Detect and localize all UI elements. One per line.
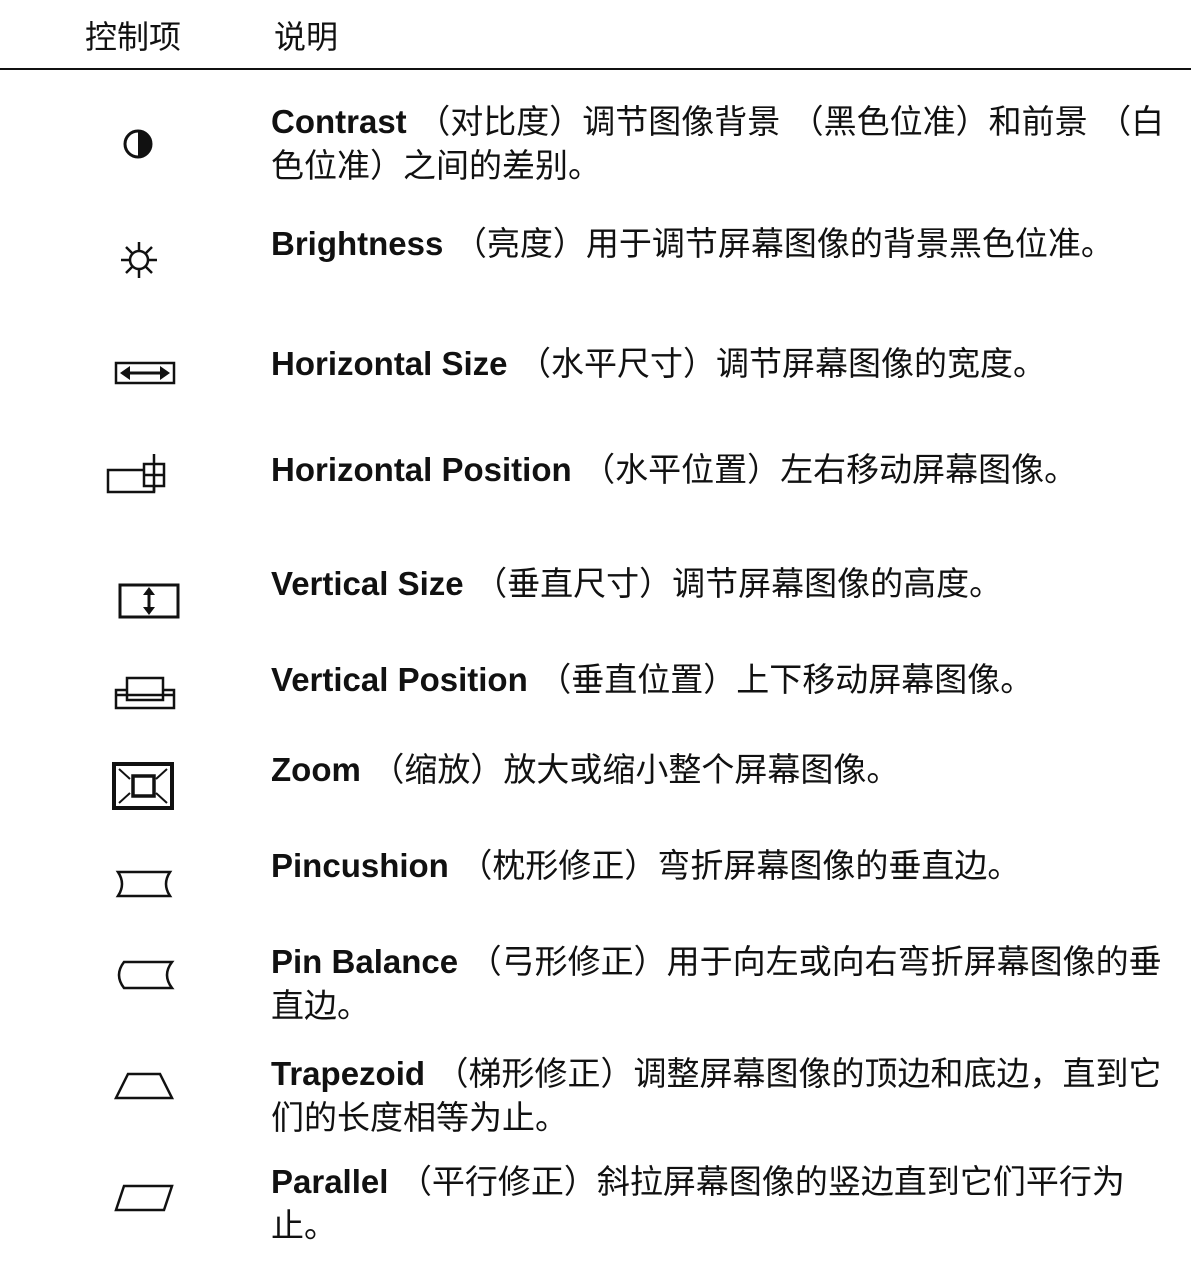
item-description: Horizontal Position （水平位置）左右移动屏幕图像。 xyxy=(271,448,1186,492)
item-term-translation: （水平尺寸） xyxy=(518,344,717,383)
item-text: 弯折屏幕图像的垂直边。 xyxy=(657,846,1021,885)
item-description: Vertical Size （垂直尺寸）调节屏幕图像的高度。 xyxy=(271,562,1186,606)
item-term-translation: （垂直尺寸） xyxy=(474,564,673,603)
item-text: 放大或缩小整个屏幕图像。 xyxy=(503,750,900,789)
vertical-size-icon xyxy=(100,568,182,630)
item-term-translation: （缩放） xyxy=(371,750,504,789)
item-text: 用于调节屏幕图像的背景黑色位准。 xyxy=(585,224,1114,263)
item-term: Pin Balance xyxy=(271,943,459,980)
item-term: Contrast xyxy=(271,103,407,140)
item-term-translation: （亮度） xyxy=(453,224,586,263)
vertical-position-icon xyxy=(100,660,182,722)
horizontal-size-icon xyxy=(100,344,182,406)
zoom-icon xyxy=(100,752,182,814)
item-term: Horizontal Position xyxy=(271,451,572,488)
item-term: Horizontal Size xyxy=(271,345,508,382)
item-term-translation: （垂直位置） xyxy=(538,660,737,699)
item-description: Trapezoid （梯形修正）调整屏幕图像的顶边和底边，直到它们的长度相等为止… xyxy=(271,1052,1186,1140)
item-term: Pincushion xyxy=(271,847,449,884)
item-term: Zoom xyxy=(271,751,361,788)
item-description: Vertical Position （垂直位置）上下移动屏幕图像。 xyxy=(271,658,1186,702)
item-text: 上下移动屏幕图像。 xyxy=(736,660,1034,699)
item-term-translation: （枕形修正） xyxy=(459,846,658,885)
item-term-translation: （弓形修正） xyxy=(468,942,667,981)
item-term: Vertical Size xyxy=(271,565,464,602)
item-term: Vertical Position xyxy=(271,661,528,698)
item-term-translation: （平行修正） xyxy=(398,1162,597,1201)
item-term: Trapezoid xyxy=(271,1055,426,1092)
item-term-translation: （梯形修正） xyxy=(435,1054,634,1093)
item-term-translation: （对比度） xyxy=(417,102,583,141)
item-text: 调节屏幕图像的高度。 xyxy=(672,564,1003,603)
pincushion-icon xyxy=(100,850,182,912)
pin-balance-icon xyxy=(100,944,182,1006)
item-description: Parallel （平行修正）斜拉屏幕图像的竖边直到它们平行为止。 xyxy=(271,1160,1186,1248)
item-description: Zoom （缩放）放大或缩小整个屏幕图像。 xyxy=(271,748,1186,792)
item-text: 调节屏幕图像的宽度。 xyxy=(716,344,1047,383)
item-term: Parallel xyxy=(271,1163,389,1200)
column-header-control: 控制项 xyxy=(85,18,182,56)
parallel-icon xyxy=(100,1166,182,1228)
item-description: Pincushion （枕形修正）弯折屏幕图像的垂直边。 xyxy=(271,844,1186,888)
horizontal-position-icon xyxy=(100,452,182,514)
item-description: Pin Balance （弓形修正）用于向左或向右弯折屏幕图像的垂直边。 xyxy=(271,940,1186,1028)
item-term-translation: （水平位置） xyxy=(582,450,781,489)
trapezoid-icon xyxy=(100,1054,182,1116)
item-description: Horizontal Size （水平尺寸）调节屏幕图像的宽度。 xyxy=(271,342,1186,386)
brightness-icon xyxy=(100,224,182,286)
item-description: Contrast （对比度）调节图像背景 （黑色位准）和前景 （白色位准）之间的… xyxy=(271,100,1186,188)
item-text: 左右移动屏幕图像。 xyxy=(780,450,1078,489)
contrast-icon xyxy=(100,108,182,170)
column-header-description: 说明 xyxy=(274,18,339,56)
item-description: Brightness （亮度）用于调节屏幕图像的背景黑色位准。 xyxy=(271,222,1186,266)
header-divider xyxy=(0,68,1191,70)
item-term: Brightness xyxy=(271,225,444,262)
